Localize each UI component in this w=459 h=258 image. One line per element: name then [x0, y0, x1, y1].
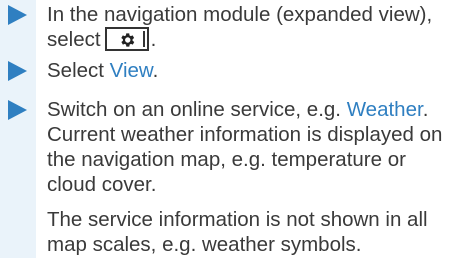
step-2: Select View.	[47, 58, 453, 83]
margin-bar	[0, 0, 36, 258]
step-3-suffix: .	[422, 98, 429, 121]
note-text: The service information is not shown in …	[47, 208, 428, 256]
step-2-suffix: .	[152, 59, 159, 82]
settings-button[interactable]	[104, 27, 149, 51]
step-1-period: .	[150, 28, 157, 51]
instruction-page: In the navigation module (expanded view)…	[0, 0, 459, 258]
step-3-prefix: Switch on an online service, e.g.	[47, 98, 347, 121]
gear-icon	[120, 33, 134, 47]
step-1-select: select	[47, 28, 101, 51]
step-bullet-icon	[8, 100, 27, 120]
step-bullet-icon	[8, 5, 27, 25]
step-1: In the navigation module (expanded view)…	[47, 2, 453, 52]
step-bullet-icon	[8, 61, 27, 81]
step-1-text: In the navigation module (expanded view)…	[47, 3, 433, 26]
view-link[interactable]: View	[110, 59, 153, 82]
weather-link[interactable]: Weather	[347, 98, 423, 121]
result-text: Current weather information is displayed…	[47, 123, 443, 196]
step-3: Switch on an online service, e.g. Weathe…	[47, 97, 453, 197]
step-2-prefix: Select	[47, 59, 110, 82]
